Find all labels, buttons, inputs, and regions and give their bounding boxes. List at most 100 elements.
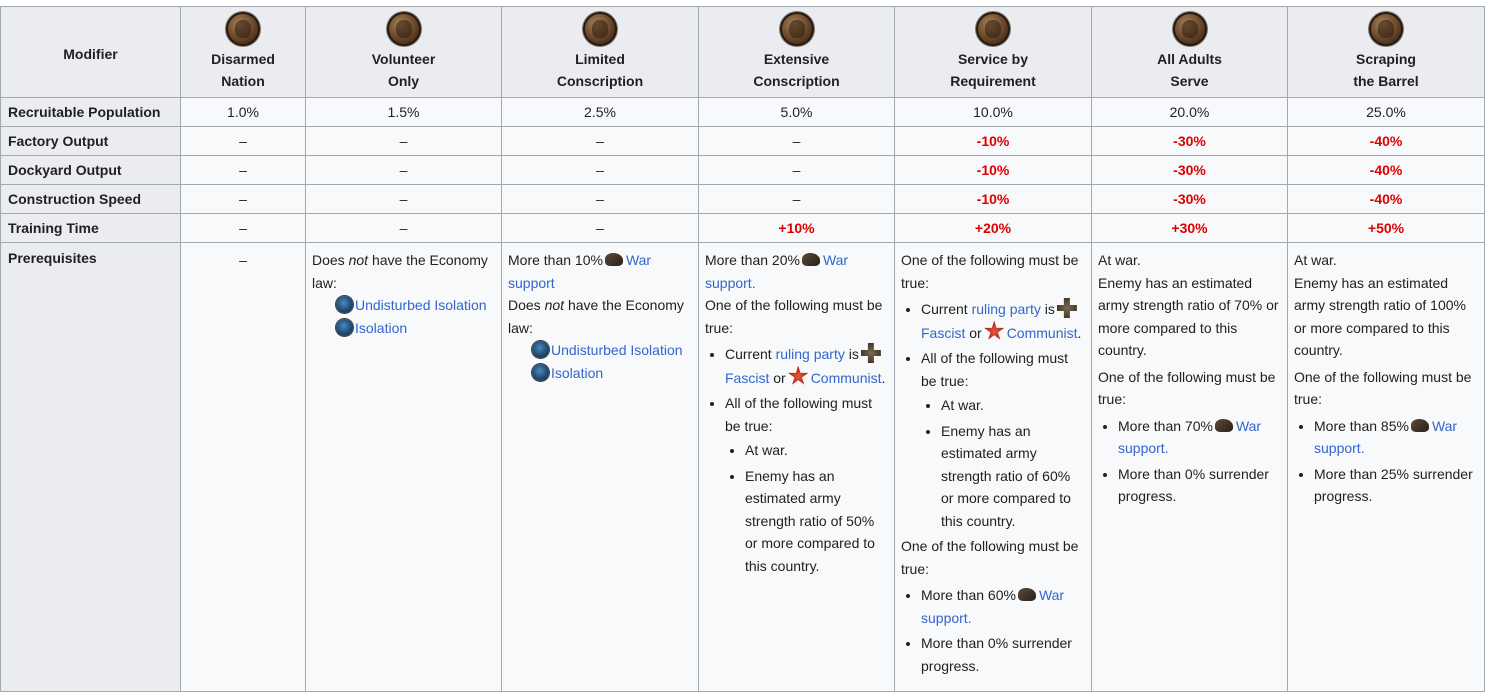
table-cell: -10% xyxy=(894,184,1092,214)
text: Enemy has an estimated army strength rat… xyxy=(1098,274,1279,359)
link-text: support xyxy=(921,609,968,626)
table-cell: 10.0% xyxy=(894,97,1092,127)
fascism-icon xyxy=(1056,298,1077,318)
table-cell: – xyxy=(698,155,895,185)
law-header-volunteer-only: Volunteer Only xyxy=(305,6,502,98)
list-item: At war. xyxy=(745,439,888,462)
law-name-line1: Scraping xyxy=(1356,51,1416,67)
prereq-volunteer-only: Does not have the Economy law: Undisturb… xyxy=(305,242,502,692)
list-item: Enemy has an estimated army strength rat… xyxy=(745,465,888,578)
text: is xyxy=(1044,301,1055,317)
text: At war. xyxy=(1098,252,1141,268)
list-item: All of the following must be true: At wa… xyxy=(725,392,888,577)
economy-law-item: Isolation xyxy=(312,317,495,340)
law-name-line1: Volunteer xyxy=(371,51,436,67)
prereq-all-adults-serve: At war. Enemy has an estimated army stre… xyxy=(1091,242,1288,692)
text: One of the following must be true: xyxy=(1294,368,1472,408)
text: More than 10% xyxy=(508,252,603,268)
economy-law-item: Isolation xyxy=(508,362,692,385)
list-item: More than 0% surrender progress. xyxy=(1118,463,1281,508)
condition-list: More than 85% War support. More than 25% … xyxy=(1294,415,1478,508)
row-label: Dockyard Output xyxy=(0,155,181,185)
link-text: . xyxy=(967,609,972,626)
law-name-line1: Extensive xyxy=(763,51,830,67)
table-cell: -40% xyxy=(1287,184,1485,214)
condition-list: At war. Enemy has an estimated army stre… xyxy=(725,439,888,577)
law-name-line1: Disarmed xyxy=(211,51,275,67)
table-cell: -40% xyxy=(1287,126,1485,156)
text: law: xyxy=(508,319,533,336)
law-header-extensive-conscription: Extensive Conscription xyxy=(698,6,895,98)
text: Does xyxy=(312,252,345,268)
link-text: . xyxy=(751,274,756,291)
table-cell: -30% xyxy=(1091,184,1288,214)
text: have the Economy xyxy=(567,297,684,313)
text: Does xyxy=(508,297,541,313)
law-name-line2: Requirement xyxy=(950,73,1036,89)
list-item: More than 0% surrender progress. xyxy=(921,632,1085,677)
undisturbed-isolation-link[interactable]: Undisturbed Isolation xyxy=(551,342,683,358)
text: More than 60% xyxy=(921,587,1016,603)
law-name-line1: All Adults xyxy=(1157,51,1222,67)
isolation-icon xyxy=(336,318,353,336)
table-cell: – xyxy=(501,126,699,156)
ruling-party-link[interactable]: ruling party xyxy=(776,346,845,362)
list-item: More than 60% War support. xyxy=(921,584,1085,629)
text-emphasis: not xyxy=(348,252,369,268)
table-cell: – xyxy=(501,184,699,214)
fascist-link[interactable]: Fascist xyxy=(725,370,769,386)
table-cell: 2.5% xyxy=(501,97,699,127)
communist-link[interactable]: Communist xyxy=(811,370,882,386)
communist-link[interactable]: Communist xyxy=(1007,325,1078,341)
text: Current xyxy=(725,346,772,362)
law-header-service-by-requirement: Service by Requirement xyxy=(894,6,1092,98)
text: One of the following must be true: xyxy=(901,252,1079,291)
link-text: War xyxy=(822,252,849,268)
text: All of the following must be true: xyxy=(921,350,1069,389)
ruling-party-link[interactable]: ruling party xyxy=(972,301,1041,317)
law-name-line1: Limited xyxy=(575,51,625,67)
table-cell: 1.0% xyxy=(180,97,306,127)
prereq-service-by-requirement: One of the following must be true: Curre… xyxy=(894,242,1092,692)
law-name-line2: Serve xyxy=(1170,73,1209,89)
link-text: support xyxy=(705,274,752,291)
table-cell: – xyxy=(698,126,895,156)
list-item: Enemy has an estimated army strength rat… xyxy=(941,420,1085,533)
volunteer-only-icon xyxy=(386,12,421,46)
list-item: Current ruling party is Fascist or Communi… xyxy=(921,298,1085,344)
law-header-disarmed-nation: Disarmed Nation xyxy=(180,6,306,98)
table-row-dockyard-output: Dockyard Output – – – – -10% -30% -40% xyxy=(0,155,1485,185)
list-item: At war. xyxy=(941,394,1085,417)
text: is xyxy=(848,346,859,362)
table-cell: 25.0% xyxy=(1287,97,1485,127)
law-name-line1: Service by xyxy=(957,51,1029,67)
disarmed-nation-icon xyxy=(226,12,260,46)
undisturbed-isolation-link[interactable]: Undisturbed Isolation xyxy=(355,297,487,313)
link-text: War xyxy=(1431,417,1458,434)
law-name-line2: Conscription xyxy=(556,73,644,89)
link-text: War xyxy=(625,252,652,268)
list-item: All of the following must be true: At wa… xyxy=(921,347,1085,532)
isolation-link[interactable]: Isolation xyxy=(355,320,407,336)
text: More than 85% xyxy=(1314,417,1409,434)
list-item: Current ruling party is Fascist or Communi… xyxy=(725,343,888,389)
condition-list: Current ruling party is Fascist or Communi… xyxy=(705,343,888,577)
communism-icon xyxy=(984,320,1005,340)
economy-law-item: Undisturbed Isolation xyxy=(508,339,692,362)
text: One of the following must be true: xyxy=(705,297,883,336)
table-cell: +20% xyxy=(894,213,1092,243)
isolation-link[interactable]: Isolation xyxy=(551,365,603,381)
text: More than 70% xyxy=(1118,417,1213,434)
link-text: War xyxy=(1235,417,1262,434)
prereq-scraping-the-barrel: At war. Enemy has an estimated army stre… xyxy=(1287,242,1485,692)
table-row-factory-output: Factory Output – – – – -10% -30% -40% xyxy=(0,126,1485,156)
fascist-link[interactable]: Fascist xyxy=(921,325,965,341)
link-text: support xyxy=(1314,440,1361,456)
limited-conscription-icon xyxy=(583,12,617,46)
table-cell: – xyxy=(305,184,502,214)
law-header-all-adults-serve: All Adults Serve xyxy=(1091,6,1288,98)
fascism-icon xyxy=(860,343,881,363)
table-row-training-time: Training Time – – – +10% +20% +30% +50% xyxy=(0,213,1485,243)
table-row-recruitable-population: Recruitable Population 1.0% 1.5% 2.5% 5.… xyxy=(0,97,1485,127)
war-support-icon xyxy=(1214,418,1233,432)
